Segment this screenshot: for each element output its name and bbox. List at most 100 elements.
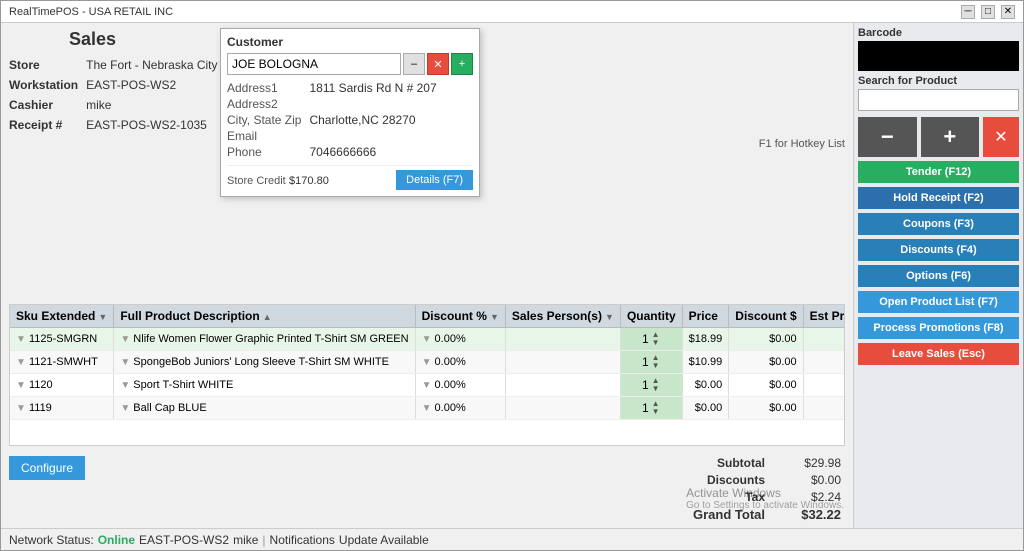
qty-down-arrow[interactable]: ▼ xyxy=(651,408,661,416)
plus-button[interactable]: + xyxy=(921,117,980,157)
discount-amt-cell: $0.00 xyxy=(729,351,803,374)
subtotal-value: $29.98 xyxy=(781,456,841,470)
customer-details-grid: Address1 1811 Sardis Rd N # 207 Address2… xyxy=(227,81,473,159)
hold-receipt-button[interactable]: Hold Receipt (F2) xyxy=(858,187,1019,209)
col-header-sales[interactable]: Sales Person(s) ▼ xyxy=(505,305,620,328)
update-available-label: Update Available xyxy=(339,533,429,547)
subtotal-label: Subtotal xyxy=(693,456,765,470)
customer-clear-button[interactable]: – xyxy=(403,53,425,75)
discount-amt-cell: $0.00 xyxy=(729,374,803,397)
workstation-label: Workstation xyxy=(9,76,78,94)
search-product-label: Search for Product xyxy=(858,75,1019,87)
maximize-button[interactable]: □ xyxy=(981,5,995,19)
notifications-label: Notifications xyxy=(270,533,335,547)
col-header-desc[interactable]: Full Product Description ▲ xyxy=(114,305,415,328)
coupons-button[interactable]: Coupons (F3) xyxy=(858,213,1019,235)
price-cell: $18.99 xyxy=(682,328,729,351)
minus-button[interactable]: − xyxy=(858,117,917,157)
main-window: RealTimePOS - USA RETAIL INC ─ □ ✕ Sales… xyxy=(0,0,1024,551)
discount-pct-cell: ▼ 0.00% xyxy=(415,397,505,420)
activate-windows-line2: Go to Settings to activate Windows. xyxy=(686,500,844,511)
right-panel: Barcode Search for Product − + ✕ Tender … xyxy=(853,23,1023,528)
col-header-sku[interactable]: Sku Extended ▼ xyxy=(10,305,114,328)
sales-person-cell xyxy=(505,397,620,420)
store-credit-value: $170.80 xyxy=(289,175,329,187)
col-header-discamt[interactable]: Discount $ xyxy=(729,305,803,328)
quantity-cell[interactable]: 1▲▼ xyxy=(620,351,682,374)
sort-icon-disc: ▼ xyxy=(490,312,499,322)
discounts-value: $0.00 xyxy=(781,473,841,487)
options-button[interactable]: Options (F6) xyxy=(858,265,1019,287)
status-workstation: EAST-POS-WS2 xyxy=(139,533,229,547)
window-controls: ─ □ ✕ xyxy=(961,5,1015,19)
leave-sales-button[interactable]: Leave Sales (Esc) xyxy=(858,343,1019,365)
sort-icon-sku: ▼ xyxy=(98,312,107,322)
customer-search-row: – ✕ + xyxy=(227,53,473,75)
discount-pct-cell: ▼ 0.00% xyxy=(415,328,505,351)
discounts-label: Discounts xyxy=(693,473,765,487)
table-body: ▼ 1125-SMGRN▼ Nlife Women Flower Graphic… xyxy=(10,328,845,420)
customer-popup: Customer – ✕ + Address1 1811 Sardis Rd N… xyxy=(220,28,480,197)
search-product-input[interactable] xyxy=(858,89,1019,111)
description-cell: ▼ Nlife Women Flower Graphic Printed T-S… xyxy=(114,328,415,351)
customer-remove-button[interactable]: ✕ xyxy=(427,53,449,75)
col-header-qty[interactable]: Quantity xyxy=(620,305,682,328)
sku-cell: ▼ 1120 xyxy=(10,374,114,397)
sort-icon-desc: ▲ xyxy=(263,312,272,322)
activate-windows-overlay: Activate Windows Go to Settings to activ… xyxy=(686,486,844,511)
discount-amt-cell: $0.00 xyxy=(729,328,803,351)
search-product-section: Search for Product xyxy=(858,75,1019,111)
sort-icon-sales: ▼ xyxy=(605,312,614,322)
tender-button[interactable]: Tender (F12) xyxy=(858,161,1019,183)
qty-controls-row: − + ✕ xyxy=(858,117,1019,157)
col-header-disc[interactable]: Discount % ▼ xyxy=(415,305,505,328)
discount-pct-cell: ▼ 0.00% xyxy=(415,374,505,397)
open-product-list-button[interactable]: Open Product List (F7) xyxy=(858,291,1019,313)
quantity-cell[interactable]: 1▲▼ xyxy=(620,397,682,420)
store-credit-row: Store Credit $170.80 Details (F7) xyxy=(227,165,473,190)
table-row[interactable]: ▼ 1121-SMWHT▼ SpongeBob Juniors' Long Sl… xyxy=(10,351,845,374)
receipt-label: Receipt # xyxy=(9,116,78,134)
close-button[interactable]: ✕ xyxy=(1001,5,1015,19)
city-state-zip-label: City, State Zip xyxy=(227,113,301,127)
table-row[interactable]: ▼ 1125-SMGRN▼ Nlife Women Flower Graphic… xyxy=(10,328,845,351)
configure-button[interactable]: Configure xyxy=(9,456,85,480)
email-label: Email xyxy=(227,129,301,143)
delete-button[interactable]: ✕ xyxy=(983,117,1019,157)
quantity-cell[interactable]: 1▲▼ xyxy=(620,374,682,397)
details-button[interactable]: Details (F7) xyxy=(396,170,473,190)
customer-add-button[interactable]: + xyxy=(451,53,473,75)
email-value xyxy=(309,129,473,143)
table-row[interactable]: ▼ 1119▼ Ball Cap BLUE▼ 0.00%1▲▼$0.00$0.0… xyxy=(10,397,845,420)
address2-label: Address2 xyxy=(227,97,301,111)
table-header-row: Sku Extended ▼ Full Product Description … xyxy=(10,305,845,328)
title-bar: RealTimePOS - USA RETAIL INC ─ □ ✕ xyxy=(1,1,1023,23)
price-cell: $10.99 xyxy=(682,351,729,374)
qty-down-arrow[interactable]: ▼ xyxy=(651,362,661,370)
sales-person-cell xyxy=(505,351,620,374)
quantity-cell[interactable]: 1▲▼ xyxy=(620,328,682,351)
sku-cell: ▼ 1125-SMGRN xyxy=(10,328,114,351)
discounts-button[interactable]: Discounts (F4) xyxy=(858,239,1019,261)
process-promotions-button[interactable]: Process Promotions (F8) xyxy=(858,317,1019,339)
store-label: Store xyxy=(9,56,78,74)
col-header-extprice[interactable]: Est Price with Disc... xyxy=(803,305,845,328)
customer-popup-title: Customer xyxy=(227,35,473,49)
status-divider: | xyxy=(262,533,265,547)
network-status-label: Network Status: xyxy=(9,533,94,547)
product-table-wrapper: Sku Extended ▼ Full Product Description … xyxy=(9,304,845,446)
phone-label: Phone xyxy=(227,145,301,159)
sales-person-cell xyxy=(505,328,620,351)
col-header-price[interactable]: Price xyxy=(682,305,729,328)
table-row[interactable]: ▼ 1120▼ Sport T-Shirt WHITE▼ 0.00%1▲▼$0.… xyxy=(10,374,845,397)
qty-down-arrow[interactable]: ▼ xyxy=(651,339,661,347)
city-state-zip-value: Charlotte,NC 28270 xyxy=(309,113,473,127)
ext-price-cell: $0.00 xyxy=(803,374,845,397)
customer-search-input[interactable] xyxy=(227,53,401,75)
phone-value: 7046666666 xyxy=(309,145,473,159)
minimize-button[interactable]: ─ xyxy=(961,5,975,19)
ext-price-cell: $10.99 xyxy=(803,351,845,374)
qty-down-arrow[interactable]: ▼ xyxy=(651,385,661,393)
product-table: Sku Extended ▼ Full Product Description … xyxy=(10,305,845,420)
online-status: Online xyxy=(98,533,135,547)
